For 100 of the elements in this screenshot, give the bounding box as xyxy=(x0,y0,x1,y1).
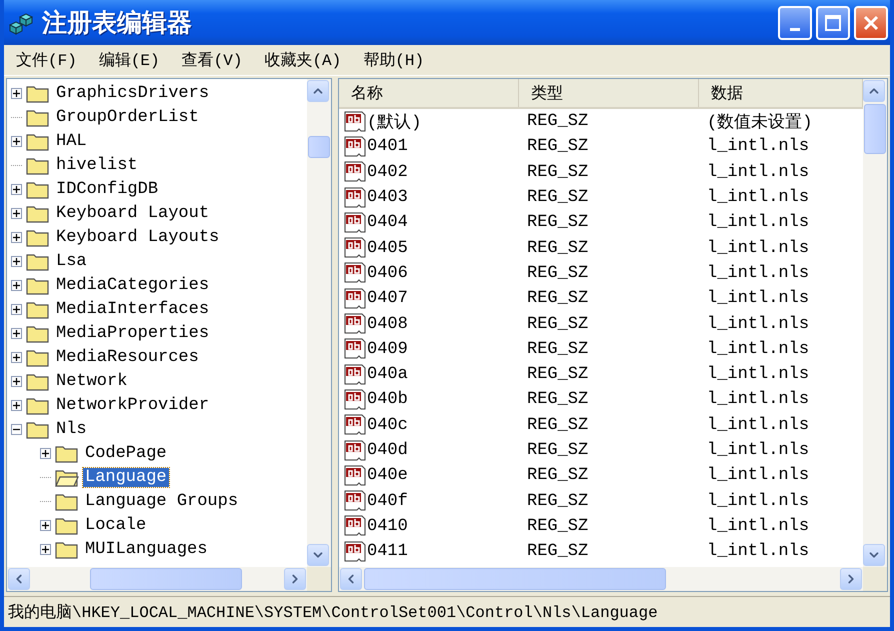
string-value-icon xyxy=(343,161,367,184)
table-cell-text: REG_SZ xyxy=(526,390,590,410)
expand-toggle[interactable] xyxy=(11,328,22,338)
scroll-down-button[interactable] xyxy=(863,544,885,566)
plus-icon xyxy=(42,450,49,456)
expand-toggle[interactable] xyxy=(11,136,22,146)
menu-item[interactable]: 查看(V) xyxy=(172,50,252,70)
collapse-toggle[interactable] xyxy=(11,424,22,434)
table-cell-text: REG_SZ xyxy=(526,264,590,283)
scroll-right-button[interactable] xyxy=(284,568,306,590)
tree-item[interactable]: Lsa xyxy=(54,252,89,270)
horizontal-scrollbar[interactable] xyxy=(7,567,307,591)
tree-item[interactable]: HAL xyxy=(54,132,89,150)
string-value-icon xyxy=(343,414,367,436)
scroll-thumb[interactable] xyxy=(364,568,666,590)
table-cell-text: l_intl.nls xyxy=(706,188,810,208)
scroll-thumb[interactable] xyxy=(864,104,886,154)
table-cell-text: REG_SZ xyxy=(526,416,590,435)
table-cell-text: (数值未设置) xyxy=(706,112,814,134)
expand-toggle[interactable] xyxy=(11,184,22,194)
tree-item[interactable]: MediaInterfaces xyxy=(54,300,212,318)
scroll-thumb[interactable] xyxy=(90,568,242,590)
tree-item[interactable]: hivelist xyxy=(54,156,140,174)
table-cell: 0410 xyxy=(339,515,519,538)
maximize-button[interactable] xyxy=(816,6,850,40)
tree-item[interactable]: GraphicsDrivers xyxy=(54,84,212,102)
menu-item[interactable]: 帮助(H) xyxy=(353,50,434,70)
scrollbar-corner xyxy=(863,567,887,591)
minimize-button[interactable] xyxy=(778,6,812,40)
expand-toggle[interactable] xyxy=(11,352,22,362)
table-cell: 0401 xyxy=(339,136,519,158)
expand-toggle[interactable] xyxy=(11,376,22,386)
tree-item[interactable]: MediaProperties xyxy=(54,324,212,342)
tree-item[interactable]: Nls xyxy=(54,420,89,438)
vertical-scrollbar[interactable] xyxy=(307,79,331,567)
tree-item[interactable]: NetworkProvider xyxy=(54,396,212,414)
table-cell: 0402 xyxy=(339,161,519,184)
tree-item[interactable]: Keyboard Layout xyxy=(54,204,212,222)
tree-item[interactable]: MUILanguages xyxy=(83,540,210,558)
vertical-scrollbar[interactable] xyxy=(863,79,887,567)
column-header[interactable]: 类型 xyxy=(519,79,699,107)
scroll-left-button[interactable] xyxy=(340,568,362,590)
table-cell-text: REG_SZ xyxy=(526,340,590,359)
menu-item[interactable]: 文件(F) xyxy=(6,50,87,70)
plus-icon xyxy=(13,282,20,288)
table-cell-text: l_intl.nls xyxy=(706,213,810,232)
tree-item[interactable]: MediaCategories xyxy=(54,276,212,294)
plus-icon xyxy=(13,378,20,384)
expand-toggle[interactable] xyxy=(11,280,22,290)
tree-item[interactable]: Network xyxy=(54,372,130,390)
string-value-icon xyxy=(343,464,367,487)
tree-item[interactable]: Language xyxy=(83,468,169,486)
scroll-up-button[interactable] xyxy=(863,80,885,102)
tree-item[interactable]: MediaResources xyxy=(54,348,201,366)
expand-toggle[interactable] xyxy=(11,304,22,314)
scroll-left-button[interactable] xyxy=(8,568,30,590)
expand-toggle[interactable] xyxy=(40,448,51,458)
expand-toggle[interactable] xyxy=(11,232,22,242)
expand-toggle[interactable] xyxy=(40,520,51,530)
table-cell-text: REG_SZ xyxy=(526,441,590,460)
scroll-up-button[interactable] xyxy=(307,80,329,102)
menu-item[interactable]: 收藏夹(A) xyxy=(254,50,352,70)
string-value-icon xyxy=(343,110,367,133)
table-cell: 040f xyxy=(339,490,519,512)
plus-icon xyxy=(13,234,20,240)
tree-item[interactable]: IDConfigDB xyxy=(54,180,160,198)
table-cell: 040b xyxy=(339,388,519,411)
table-cell-text: l_intl.nls xyxy=(706,416,810,435)
window-title: 注册表编辑器 xyxy=(42,7,193,39)
expand-toggle[interactable] xyxy=(11,88,22,98)
string-value-icon xyxy=(343,136,367,158)
horizontal-scrollbar[interactable] xyxy=(339,567,863,591)
table-cell: 040c xyxy=(339,414,519,436)
table-cell-text: REG_SZ xyxy=(526,162,590,182)
table-cell-text: REG_SZ xyxy=(526,314,590,334)
expand-toggle[interactable] xyxy=(11,256,22,266)
expand-toggle[interactable] xyxy=(40,544,51,554)
plus-icon xyxy=(13,138,20,144)
table-cell-text: l_intl.nls xyxy=(706,162,810,182)
tree-item[interactable]: Language Groups xyxy=(83,492,240,510)
scroll-down-button[interactable] xyxy=(307,544,329,566)
scroll-right-button[interactable] xyxy=(840,568,862,590)
expand-toggle[interactable] xyxy=(11,400,22,410)
plus-icon xyxy=(13,258,20,264)
table-cell: 0406 xyxy=(339,262,519,284)
plus-icon xyxy=(13,90,20,96)
close-button[interactable] xyxy=(854,6,888,40)
table-cell-text: l_intl.nls xyxy=(706,390,810,410)
table-cell-text: l_intl.nls xyxy=(706,137,810,156)
column-header[interactable]: 名称 xyxy=(339,79,519,107)
table-cell: 0411 xyxy=(339,540,519,563)
tree-item[interactable]: Keyboard Layouts xyxy=(54,228,222,246)
tree-item[interactable]: CodePage xyxy=(83,444,169,462)
tree-item[interactable]: Locale xyxy=(83,516,148,534)
tree-item[interactable]: GroupOrderList xyxy=(54,108,201,126)
menu-item[interactable]: 编辑(E) xyxy=(88,50,170,70)
table-cell: 0404 xyxy=(339,212,519,234)
table-cell-text: REG_SZ xyxy=(526,238,590,258)
scroll-thumb[interactable] xyxy=(308,136,330,158)
expand-toggle[interactable] xyxy=(11,208,22,218)
